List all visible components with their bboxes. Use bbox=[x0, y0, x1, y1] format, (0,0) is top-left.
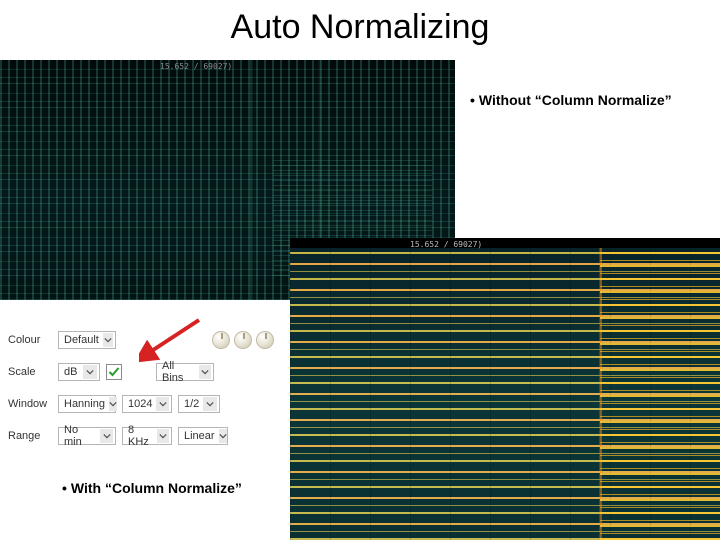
chevron-down-icon bbox=[109, 397, 117, 411]
caption-without-text: Without “Column Normalize” bbox=[479, 92, 672, 108]
label-colour: Colour bbox=[8, 334, 58, 346]
select-window-fn-value: Hanning bbox=[64, 398, 105, 410]
bullet-icon: • bbox=[62, 480, 67, 496]
chevron-down-icon bbox=[100, 429, 113, 443]
select-window-size[interactable]: 1024 bbox=[122, 395, 172, 413]
timecode-dark: 15.652 / 69027) bbox=[160, 62, 232, 71]
knob-gain[interactable] bbox=[234, 331, 252, 349]
select-colour-value: Default bbox=[64, 334, 99, 346]
chevron-down-icon bbox=[219, 429, 227, 443]
label-range: Range bbox=[8, 430, 58, 442]
chevron-down-icon bbox=[199, 365, 211, 379]
select-bins-value: All Bins bbox=[162, 360, 195, 384]
row-colour: Colour Default bbox=[8, 324, 278, 356]
select-range-type[interactable]: Linear bbox=[178, 427, 228, 445]
checkbox-column-normalize[interactable] bbox=[106, 364, 122, 380]
chevron-down-icon bbox=[156, 397, 169, 411]
select-colour[interactable]: Default bbox=[58, 331, 116, 349]
select-window-size-value: 1024 bbox=[128, 398, 152, 410]
select-range-min[interactable]: No min bbox=[58, 427, 116, 445]
select-bins[interactable]: All Bins bbox=[156, 363, 214, 381]
select-range-max[interactable]: 8 KHz bbox=[122, 427, 172, 445]
label-window: Window bbox=[8, 398, 58, 410]
row-scale: Scale dB All Bins bbox=[8, 356, 278, 388]
chevron-down-icon bbox=[83, 365, 97, 379]
caption-with-text: With “Column Normalize” bbox=[71, 480, 242, 496]
knob-threshold[interactable] bbox=[212, 331, 230, 349]
chevron-down-icon bbox=[103, 333, 113, 347]
chevron-down-icon bbox=[203, 397, 217, 411]
select-window-fn[interactable]: Hanning bbox=[58, 395, 116, 413]
chevron-down-icon bbox=[157, 429, 169, 443]
slide-title: Auto Normalizing bbox=[0, 8, 720, 47]
select-scale[interactable]: dB bbox=[58, 363, 100, 381]
select-range-type-value: Linear bbox=[184, 430, 215, 442]
select-scale-value: dB bbox=[64, 366, 77, 378]
select-window-overlap[interactable]: 1/2 bbox=[178, 395, 220, 413]
spectrogram-with-normalize bbox=[290, 238, 720, 540]
spectrogram-settings-panel: Colour Default Scale dB All Bins Window … bbox=[0, 314, 286, 466]
knob-rotation[interactable] bbox=[256, 331, 274, 349]
caption-without: •Without “Column Normalize” bbox=[470, 92, 672, 108]
select-window-overlap-value: 1/2 bbox=[184, 398, 199, 410]
row-window: Window Hanning 1024 1/2 bbox=[8, 388, 278, 420]
label-scale: Scale bbox=[8, 366, 58, 378]
select-range-min-value: No min bbox=[64, 424, 96, 448]
select-range-max-value: 8 KHz bbox=[128, 424, 153, 448]
bullet-icon: • bbox=[470, 92, 475, 108]
row-range: Range No min 8 KHz Linear bbox=[8, 420, 278, 452]
timecode-bright: 15.652 / 69027) bbox=[410, 240, 482, 249]
caption-with: •With “Column Normalize” bbox=[62, 480, 242, 496]
